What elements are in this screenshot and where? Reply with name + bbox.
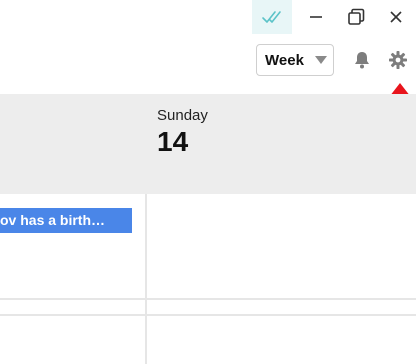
minimize-button[interactable] <box>296 0 336 34</box>
gear-icon <box>389 51 407 69</box>
close-button[interactable] <box>376 0 416 34</box>
day-header <box>0 94 416 194</box>
grid-row-divider <box>0 314 416 316</box>
close-icon <box>390 11 402 23</box>
calendar-event[interactable]: ov has a birth… <box>0 208 132 233</box>
sync-status-button[interactable] <box>252 0 292 34</box>
view-mode-select[interactable]: Week <box>256 44 334 76</box>
settings-button[interactable] <box>386 48 410 72</box>
grid-row-divider <box>0 298 416 300</box>
day-number[interactable]: 14 <box>157 126 188 158</box>
chevron-down-icon <box>315 56 327 64</box>
bell-icon <box>355 52 369 69</box>
day-name: Sunday <box>157 107 208 124</box>
restore-icon <box>348 8 365 25</box>
notifications-button[interactable] <box>350 48 374 72</box>
view-mode-label: Week <box>265 51 304 69</box>
minimize-icon <box>310 16 322 18</box>
double-check-icon <box>262 11 281 23</box>
grid-column-divider <box>145 194 147 364</box>
restore-button[interactable] <box>336 0 376 34</box>
